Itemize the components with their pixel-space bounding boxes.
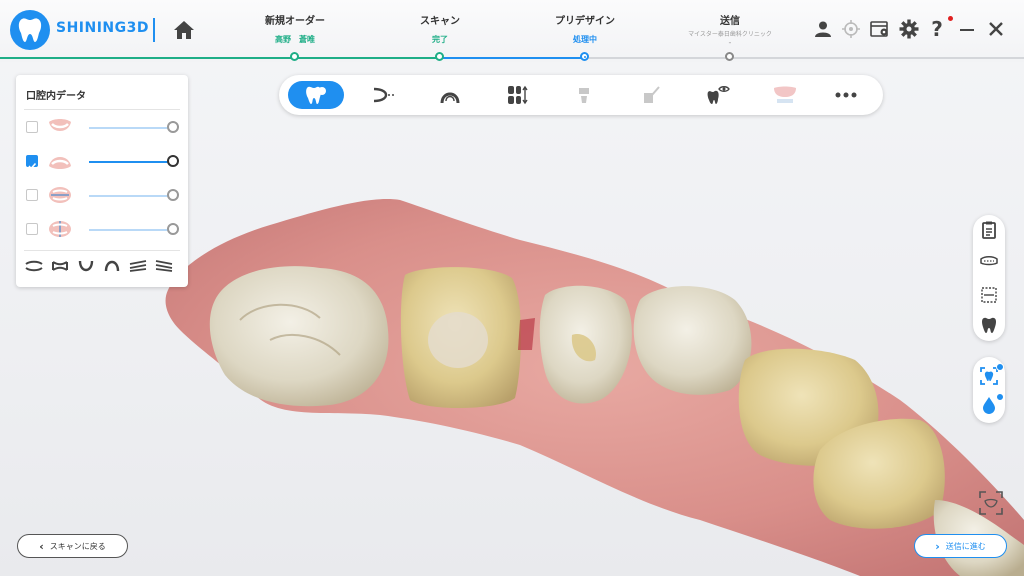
tool-sculpt-disabled[interactable] [623, 81, 679, 109]
back-to-scan-label: スキャンに戻る [49, 541, 106, 551]
tool-bite-adjust[interactable] [489, 81, 545, 109]
back-to-scan-button[interactable]: ‹ スキャンに戻る [17, 534, 128, 558]
bite-thumbnail-icon [49, 221, 71, 237]
single-tooth-icon[interactable] [979, 315, 999, 335]
data-row-lower-jaw [16, 150, 188, 174]
view-upper-icon[interactable] [102, 259, 122, 273]
tool-arch[interactable] [422, 81, 478, 109]
view-left-icon[interactable] [128, 259, 148, 273]
divider [24, 250, 180, 251]
visibility-checkbox[interactable] [26, 121, 38, 133]
view-occlusal-icon[interactable] [24, 259, 44, 273]
proceed-to-send-label: 送信に進む [945, 541, 986, 551]
upper-jaw-view-icon[interactable] [979, 253, 999, 273]
arch-icon [440, 92, 460, 104]
report-icon [774, 86, 796, 103]
occlusion-view-icon[interactable] [979, 285, 999, 305]
tool-crown-disabled[interactable] [556, 81, 612, 109]
data-row-bite-1 [16, 184, 188, 208]
opacity-slider[interactable] [89, 161, 173, 163]
tool-report-disabled[interactable] [757, 81, 813, 109]
tool-more[interactable] [818, 81, 874, 109]
slider-knob[interactable] [167, 223, 179, 235]
view-right-icon[interactable] [154, 259, 174, 273]
opacity-slider[interactable] [89, 195, 173, 197]
more-icon [835, 92, 857, 98]
tooth-select-icon [306, 86, 326, 104]
opacity-slider[interactable] [89, 127, 173, 129]
visibility-checkbox[interactable] [26, 223, 38, 235]
right-tool-group [973, 215, 1005, 341]
margin-line-icon [373, 87, 394, 103]
data-row-upper-jaw [16, 116, 188, 140]
divider [24, 109, 180, 110]
chevron-left-icon: ‹ [39, 539, 44, 553]
fit-view-icon[interactable] [978, 490, 1004, 516]
panel-title: 口腔内データ [26, 91, 86, 102]
upper-jaw-thumbnail-icon [49, 119, 71, 131]
active-dot [996, 393, 1004, 401]
crown-icon [579, 88, 589, 103]
view-lower-icon[interactable] [76, 259, 96, 273]
tool-margin-line[interactable] [355, 81, 411, 109]
intraoral-data-panel: 口腔内データ [16, 75, 188, 287]
clipboard-icon[interactable] [979, 220, 999, 240]
visibility-checkbox[interactable] [26, 155, 38, 170]
bite-thumbnail-icon [49, 187, 71, 203]
view-front-icon[interactable] [50, 259, 70, 273]
slider-knob[interactable] [167, 189, 179, 201]
bite-adjust-icon [508, 85, 528, 105]
slider-knob[interactable] [167, 155, 179, 167]
eye-tooth-icon [707, 86, 730, 104]
tool-view-eye[interactable] [690, 81, 746, 109]
sculpt-icon [644, 86, 660, 103]
visibility-checkbox[interactable] [26, 189, 38, 201]
active-dot [996, 363, 1004, 371]
right-tool-group-2 [973, 357, 1005, 423]
opacity-slider[interactable] [89, 229, 173, 231]
data-row-bite-2 [16, 218, 188, 242]
slider-knob[interactable] [167, 121, 179, 133]
tool-tooth-select[interactable] [288, 81, 344, 109]
chevron-right-icon: › [935, 539, 940, 553]
main-toolbar [279, 75, 883, 115]
lower-jaw-thumbnail-icon [49, 157, 71, 169]
proceed-to-send-button[interactable]: › 送信に進む [914, 534, 1007, 558]
